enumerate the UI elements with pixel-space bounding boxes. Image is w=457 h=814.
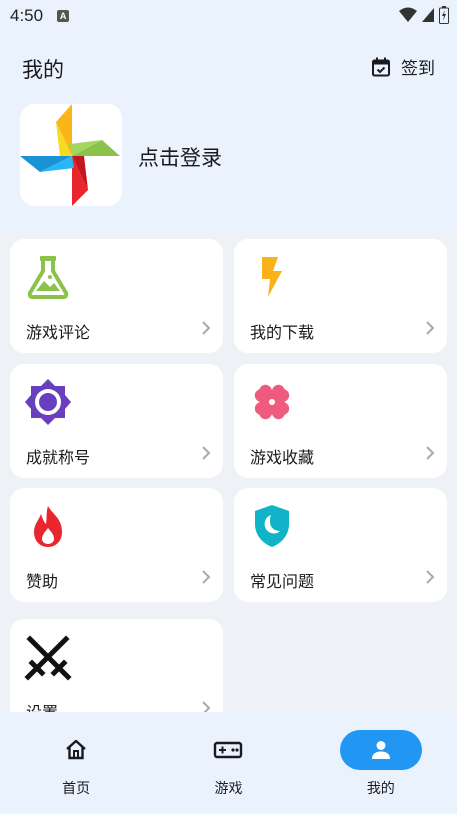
menu-grid: 游戏评论 我的下载 成就称号 游戏收藏 赞助 常见问题: [0, 230, 457, 712]
chevron-right-icon: [426, 570, 435, 584]
crossed-swords-icon: [24, 635, 72, 681]
notification-a-icon: A: [57, 10, 70, 22]
bottom-nav: 首页 游戏 我的: [0, 712, 457, 814]
card-game-favorites[interactable]: 游戏收藏: [234, 364, 447, 478]
battery-icon: [439, 6, 449, 24]
nav-pill: [35, 730, 117, 770]
gamepad-icon: [214, 741, 243, 759]
checkin-label: 签到: [401, 59, 435, 79]
pinwheel-logo-icon: [20, 104, 120, 206]
card-my-downloads[interactable]: 我的下载: [234, 239, 447, 353]
settings-badge-icon: [25, 379, 71, 425]
card-label: 游戏收藏: [250, 448, 315, 467]
nav-label: 我的: [366, 781, 395, 797]
nav-label: 首页: [62, 781, 91, 797]
nav-games[interactable]: 游戏: [152, 712, 304, 814]
card-faq[interactable]: 常见问题: [234, 488, 447, 602]
nav-mine[interactable]: 我的: [305, 712, 457, 814]
nav-pill-active: [339, 730, 422, 770]
card-label: 常见问题: [250, 572, 315, 591]
card-label: 赞助: [26, 572, 59, 591]
calendar-check-icon: [372, 57, 390, 76]
login-link[interactable]: 点击登录: [138, 142, 222, 172]
person-icon: [371, 741, 390, 759]
nav-pill: [187, 730, 269, 770]
card-settings[interactable]: 设置: [10, 619, 223, 712]
card-achievements[interactable]: 成就称号: [10, 364, 223, 478]
status-icons: [399, 6, 449, 24]
checkin-button[interactable]: 签到: [371, 54, 435, 79]
card-label: 设置: [26, 699, 58, 712]
lightning-icon: [262, 257, 282, 297]
card-label: 游戏评论: [26, 323, 91, 342]
fire-icon: [34, 506, 62, 547]
home-icon: [66, 739, 86, 760]
nav-label: 游戏: [214, 781, 243, 797]
chevron-right-icon: [202, 321, 211, 335]
chevron-right-icon: [426, 446, 435, 460]
chevron-right-icon: [426, 321, 435, 335]
status-time: 4:50: [10, 6, 44, 25]
avatar[interactable]: [20, 104, 122, 206]
chevron-right-icon: [202, 446, 211, 460]
signal-icon: [422, 8, 434, 22]
card-sponsor[interactable]: 赞助: [10, 488, 223, 602]
wifi-icon: [399, 7, 417, 22]
moon-shield-icon: [255, 505, 289, 547]
flask-icon: [27, 256, 69, 299]
chevron-right-icon: [202, 570, 211, 584]
card-game-reviews[interactable]: 游戏评论: [10, 239, 223, 353]
card-label: 我的下载: [250, 323, 315, 342]
clover-icon: [254, 384, 290, 420]
chevron-right-icon: [202, 701, 211, 712]
status-bar: 4:50 A: [0, 0, 457, 32]
nav-home[interactable]: 首页: [0, 712, 152, 814]
card-label: 成就称号: [26, 448, 91, 467]
page-title: 我的: [22, 58, 64, 82]
